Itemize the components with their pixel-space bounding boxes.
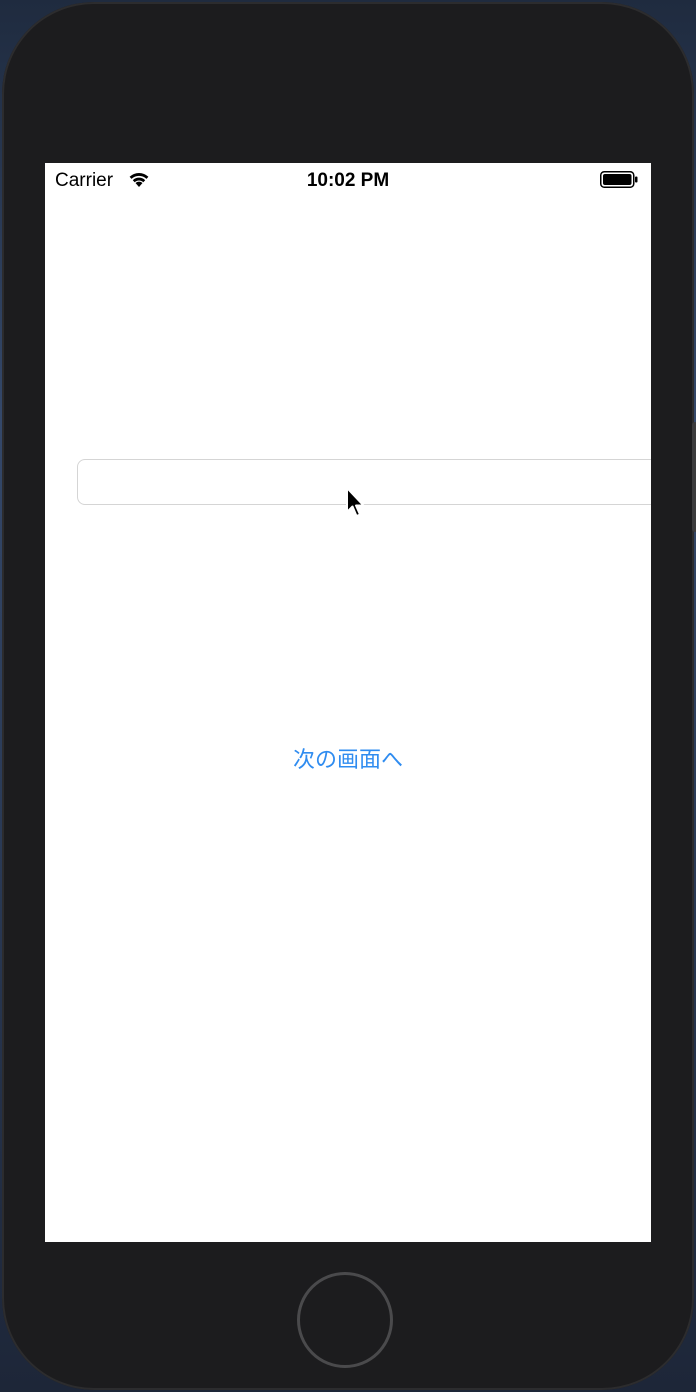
app-screen: Carrier 10:02 PM 次の画面へ	[45, 163, 651, 1242]
status-time: 10:02 PM	[306, 170, 390, 191]
mouse-pointer-icon	[346, 487, 365, 517]
side-button	[692, 422, 696, 532]
home-button[interactable]	[297, 1272, 393, 1368]
battery-full-icon	[600, 171, 638, 188]
next-screen-button[interactable]: 次の画面へ	[248, 738, 448, 778]
status-bar: Carrier 10:02 PM	[45, 163, 651, 199]
